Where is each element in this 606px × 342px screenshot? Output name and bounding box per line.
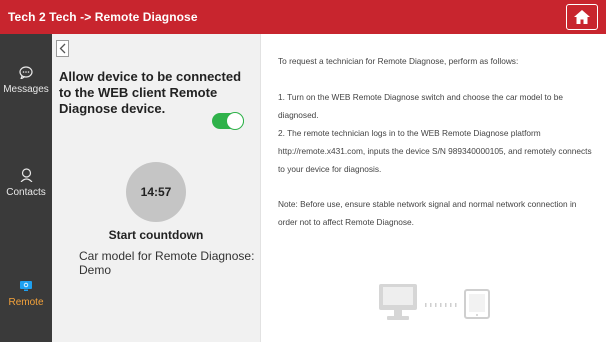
instructions-intro: To request a technician for Remote Diagn… xyxy=(278,56,519,66)
sidebar-item-remote[interactable]: Remote xyxy=(0,280,52,308)
message-bubble-icon xyxy=(19,66,33,81)
device-connection-illustration xyxy=(379,284,490,320)
remote-diagnose-toggle[interactable] xyxy=(212,112,244,130)
chevron-left-icon xyxy=(59,43,66,54)
remote-screen-icon xyxy=(20,281,32,291)
countdown-label: Start countdown xyxy=(108,228,204,242)
instructions-step-1: 1. Turn on the WEB Remote Diagnose switc… xyxy=(278,92,564,120)
instructions-note: Note: Before use, ensure stable network … xyxy=(278,199,577,227)
home-button[interactable] xyxy=(566,4,598,30)
sidebar-item-label: Remote xyxy=(8,297,44,308)
sidebar-item-label: Messages xyxy=(3,84,49,95)
computer-monitor-icon xyxy=(379,284,417,320)
page-title: Tech 2 Tech -> Remote Diagnose xyxy=(8,10,198,24)
tablet-device-icon xyxy=(464,289,490,319)
sidebar-item-label: Contacts xyxy=(6,187,46,198)
title-bar: Tech 2 Tech -> Remote Diagnose xyxy=(0,0,606,34)
instructions-step-2: 2. The remote technician logs in to the … xyxy=(278,128,592,174)
sidebar-item-contacts[interactable]: Contacts xyxy=(0,168,52,198)
toggle-knob xyxy=(226,112,244,130)
remote-control-panel: Allow device to be connected to the WEB … xyxy=(52,34,260,342)
back-button[interactable] xyxy=(56,40,69,57)
sidebar: Messages Contacts Remote xyxy=(0,34,52,342)
home-icon xyxy=(574,10,590,24)
car-model-label: Car model for Remote Diagnose: Demo xyxy=(79,249,255,277)
instructions-panel: To request a technician for Remote Diagn… xyxy=(260,34,606,342)
sidebar-item-messages[interactable]: Messages xyxy=(0,66,52,95)
connection-dots-icon xyxy=(425,303,457,307)
countdown-timer: 14:57 xyxy=(126,162,186,222)
contact-person-icon xyxy=(20,168,32,183)
allow-connection-text: Allow device to be connected to the WEB … xyxy=(59,69,242,116)
